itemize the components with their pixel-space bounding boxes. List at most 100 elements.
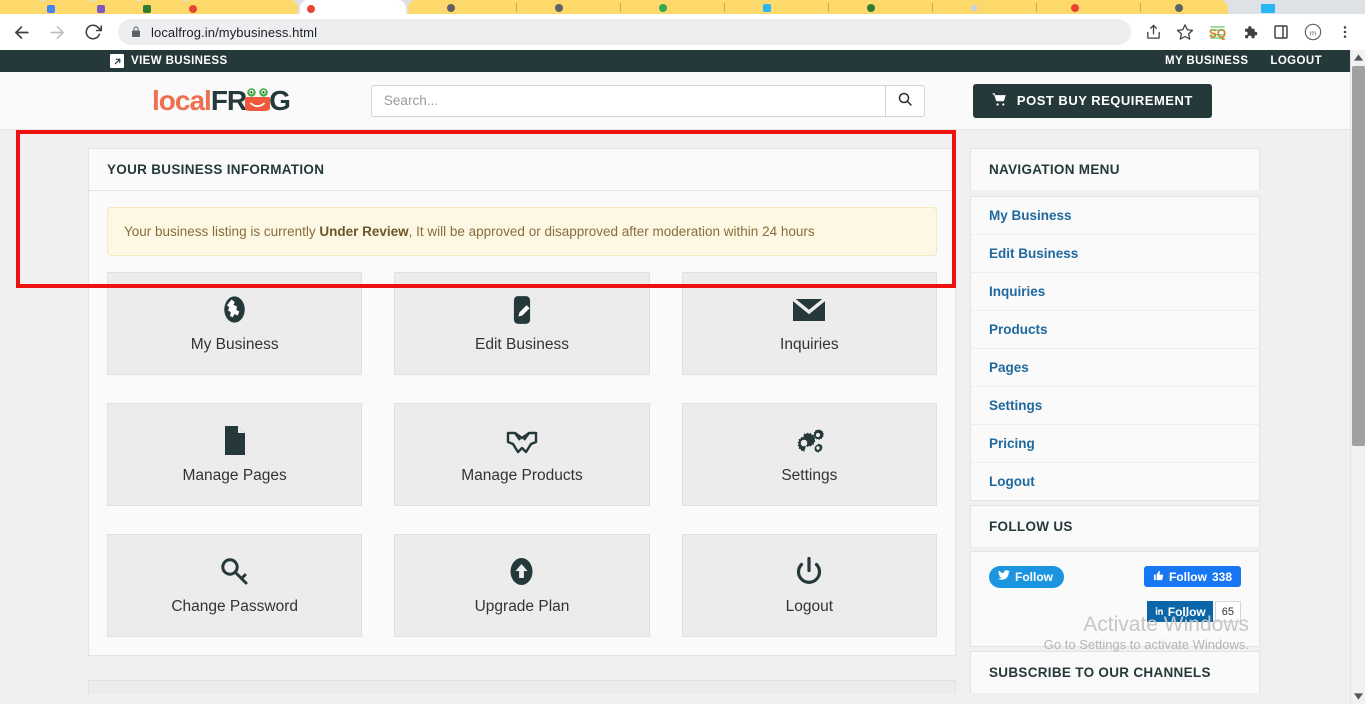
tile-settings[interactable]: Settings [681,403,937,506]
tile-label: Change Password [171,597,298,615]
envelope-icon [792,294,827,326]
scrollbar-down-arrow-icon[interactable] [1351,689,1365,704]
sidebar-item-my-business[interactable]: My Business [971,197,1259,235]
tab-favicon [555,4,563,12]
arrow-up-circle-icon [507,556,536,588]
facebook-follow-count: 338 [1211,569,1232,584]
sidebar-item-label: Pricing [989,436,1035,451]
localfrog-logo[interactable]: local FR G [152,84,291,117]
sidebar-item-pages[interactable]: Pages [971,349,1259,387]
view-business-label: VIEW BUSINESS [131,55,228,67]
alert-prefix: Your business listing is currently [124,224,320,239]
linkedin-follow-button-main[interactable]: Follow [1146,601,1213,622]
scrollbar-thumb[interactable] [1352,66,1365,446]
page-content: YOUR BUSINESS INFORMATION Your business … [0,130,1350,704]
tab-favicon [763,4,771,12]
puzzle-piece-icon[interactable] [1235,18,1263,46]
browser-tab[interactable] [40,0,96,14]
address-bar-url: localfrog.in/mybusiness.html [151,24,318,40]
tab-favicon [447,4,455,12]
tab-favicon [867,4,875,12]
tile-label: Edit Business [475,335,569,353]
browser-tab[interactable] [182,0,298,14]
browser-tab[interactable] [408,0,1228,14]
page-title: YOUR BUSINESS INFORMATION [89,149,955,191]
facebook-follow-label: Follow [1168,569,1207,584]
scrollbar-up-arrow-icon[interactable] [1351,50,1365,65]
tab-favicon [307,5,315,13]
subscribe-title: SUBSCRIBE TO OUR CHANNELS [971,652,1259,693]
reload-icon[interactable] [78,17,108,47]
address-bar[interactable]: localfrog.in/mybusiness.html [118,19,1131,45]
tile-upgrade-plan[interactable]: Upgrade Plan [394,534,650,637]
tile-my-business[interactable]: My Business [107,272,363,375]
browser-tab-active[interactable] [300,0,406,14]
tile-manage-products[interactable]: Manage Products [394,403,650,506]
sq-extension-icon[interactable]: SQ [1203,18,1231,46]
view-business-link[interactable]: VIEW BUSINESS [110,54,228,68]
tile-inquiries[interactable]: Inquiries [681,272,937,375]
twitter-bird-icon [998,570,1010,584]
follow-us-title: FOLLOW US [971,506,1259,547]
business-information-panel: YOUR BUSINESS INFORMATION Your business … [88,148,956,656]
tile-label: Logout [785,597,834,615]
tab-separator [1036,3,1037,12]
tab-favicon [1071,4,1079,12]
sidebar: NAVIGATION MENU My Business Edit Busines… [970,148,1260,693]
facebook-follow-button[interactable]: Follow 338 [1143,566,1241,587]
topbar-link-my-business[interactable]: MY BUSINESS [1165,55,1248,67]
three-dot-menu-icon[interactable] [1331,18,1359,46]
site-topbar: VIEW BUSINESS MY BUSINESS LOGOUT [0,50,1350,72]
browser-tab[interactable] [136,0,188,14]
sidebar-item-pricing[interactable]: Pricing [971,425,1259,463]
side-panel-icon[interactable] [1267,18,1295,46]
tile-manage-pages[interactable]: Manage Pages [107,403,363,506]
globe-icon [220,294,249,326]
tile-logout[interactable]: Logout [681,534,937,637]
browser-tab-strip[interactable] [0,0,1365,14]
search-input[interactable] [370,84,885,117]
share-icon[interactable] [1139,18,1167,46]
tile-label: Upgrade Plan [474,597,570,615]
shopping-cart-icon [992,92,1007,110]
star-icon[interactable] [1171,18,1199,46]
sidebar-item-edit-business[interactable]: Edit Business [971,235,1259,273]
tile-edit-business[interactable]: Edit Business [394,272,650,375]
linkedin-follow-button[interactable]: Follow 65 [1146,601,1241,622]
twitter-follow-button[interactable]: Follow [989,566,1064,588]
lock-icon [130,26,142,38]
status-badge: Under Review [319,224,409,239]
sidebar-item-logout[interactable]: Logout [971,463,1259,500]
browser-toolbar: localfrog.in/mybusiness.html SQ m [0,14,1365,50]
tab-favicon [659,4,667,12]
sidebar-item-products[interactable]: Products [971,311,1259,349]
tile-label: Manage Products [461,466,583,484]
main-column: YOUR BUSINESS INFORMATION Your business … [88,148,956,694]
sidebar-item-settings[interactable]: Settings [971,387,1259,425]
social-row-primary: Follow Follow 338 Follow 65 [989,566,1241,622]
profile-avatar-icon[interactable]: m [1299,18,1327,46]
navigation-menu-title: NAVIGATION MENU [971,149,1259,190]
sidebar-item-inquiries[interactable]: Inquiries [971,273,1259,311]
browser-tab[interactable] [90,0,142,14]
follow-us-panel: FOLLOW US [970,505,1260,547]
sidebar-item-label: Logout [989,474,1035,489]
back-arrow-icon[interactable] [6,17,36,47]
tile-change-password[interactable]: Change Password [107,534,363,637]
topbar-link-logout[interactable]: LOGOUT [1270,55,1322,67]
page-scrollbar[interactable] [1350,50,1365,704]
tile-label: Inquiries [780,335,839,353]
logo-text-local: local [152,84,212,116]
post-buy-requirement-button[interactable]: POST BUY REQUIREMENT [972,83,1212,118]
tile-label: Manage Pages [182,466,287,484]
linkedin-in-icon [1154,605,1164,619]
search-submit-button[interactable] [884,84,925,117]
search-bar [370,84,925,117]
svg-text:m: m [1310,28,1316,37]
gears-icon [793,425,825,457]
forward-arrow-icon[interactable] [42,17,72,47]
business-information-body: Your business listing is currently Under… [89,191,955,655]
tab-favicon [1175,4,1183,12]
power-off-icon [794,556,824,588]
post-buy-requirement-label: POST BUY REQUIREMENT [1016,93,1193,108]
